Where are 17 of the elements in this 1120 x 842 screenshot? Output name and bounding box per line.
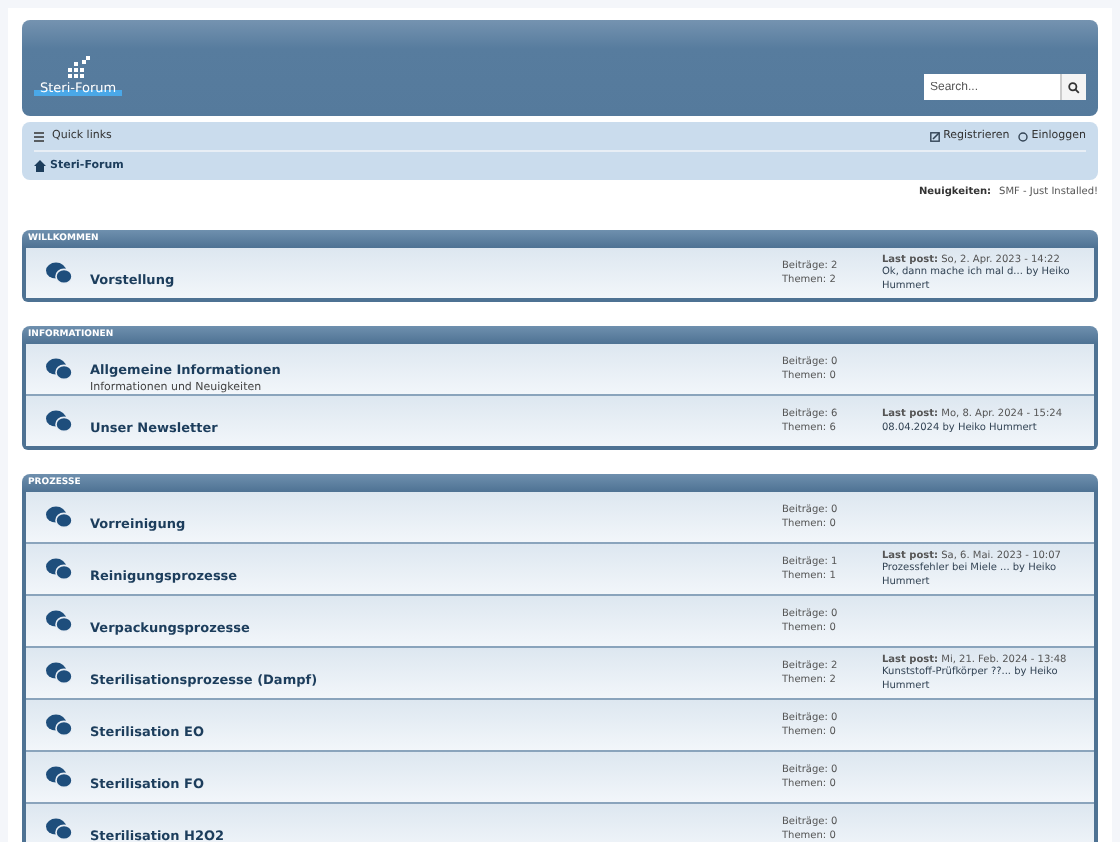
chat-bubbles-icon xyxy=(45,714,71,736)
chat-bubbles-icon xyxy=(45,610,71,632)
chat-bubbles-icon xyxy=(45,766,71,788)
search-icon xyxy=(1068,81,1080,93)
chat-bubbles-icon xyxy=(45,358,71,380)
home-icon xyxy=(34,160,46,172)
chat-bubbles-icon xyxy=(45,662,71,684)
menu-icon xyxy=(34,131,44,141)
chat-bubbles-icon xyxy=(45,506,71,528)
power-icon xyxy=(1017,131,1028,141)
chat-bubbles-icon xyxy=(45,558,71,580)
search-button[interactable] xyxy=(1060,74,1086,100)
edit-icon xyxy=(929,131,940,141)
dots-logo-icon xyxy=(66,56,91,80)
chat-bubbles-icon xyxy=(45,262,71,284)
chat-bubbles-icon xyxy=(45,410,71,432)
chat-bubbles-icon xyxy=(45,818,71,840)
